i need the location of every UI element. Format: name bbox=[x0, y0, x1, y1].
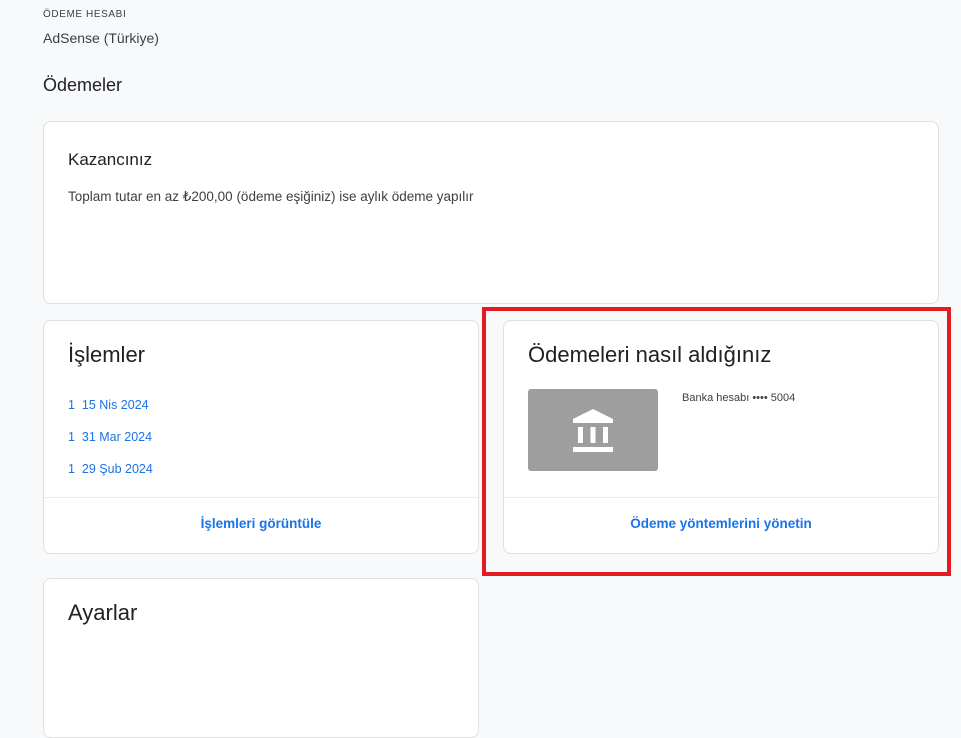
earnings-description: Toplam tutar en az ₺200,00 (ödeme eşiğin… bbox=[68, 189, 474, 204]
transaction-link[interactable]: 1 29 Şub 2024 bbox=[68, 462, 153, 476]
settings-card: Ayarlar bbox=[43, 578, 479, 738]
highlight-frame bbox=[482, 307, 951, 576]
settings-title: Ayarlar bbox=[68, 600, 138, 625]
page-title: Ödemeler bbox=[43, 75, 123, 95]
earnings-title: Kazancınız bbox=[68, 150, 153, 169]
transaction-link[interactable]: 1 15 Nis 2024 bbox=[68, 398, 149, 412]
transactions-title: İşlemler bbox=[68, 342, 146, 367]
divider bbox=[44, 497, 478, 498]
transaction-link[interactable]: 1 31 Mar 2024 bbox=[68, 430, 152, 444]
account-name: AdSense (Türkiye) bbox=[43, 30, 159, 46]
transactions-card: İşlemler 1 15 Nis 2024 1 31 Mar 2024 1 2… bbox=[43, 320, 479, 554]
view-transactions-button[interactable]: İşlemleri görüntüle bbox=[44, 516, 478, 531]
account-label: ÖDEME HESABI bbox=[43, 9, 127, 20]
earnings-card: Kazancınız Toplam tutar en az ₺200,00 (ö… bbox=[43, 121, 939, 304]
